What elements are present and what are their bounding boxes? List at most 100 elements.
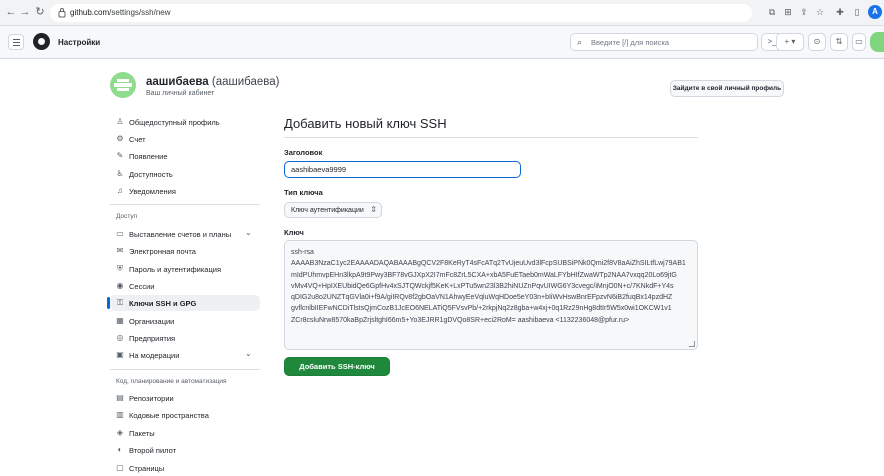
url-text[interactable]: github.com/settings/ssh/new <box>70 8 171 17</box>
key-icon: ⚿ <box>116 298 124 308</box>
back-icon[interactable]: ← <box>4 5 18 19</box>
sidebar-item[interactable]: ♙ Общедоступный профиль <box>110 114 260 130</box>
key-line: vMv4VQ+HpIXEUbidQe6GpfHv4xSJTQWckjf5KeK+… <box>291 282 674 290</box>
sidebar-item[interactable]: ▦ Организации <box>110 313 260 329</box>
report-icon: ▣ <box>116 350 124 360</box>
create-new-button[interactable]: + ▾ <box>776 33 804 51</box>
profile-display-name: (аашибаева) <box>211 76 280 88</box>
key-label: Ключ <box>284 228 304 237</box>
add-ssh-key-button[interactable]: Добавить SSH-ключ <box>284 357 390 376</box>
title-field[interactable] <box>284 161 521 178</box>
sidebar-item[interactable]: ▣ На модерации ⌄ <box>110 347 260 363</box>
sidebar-heading-access: Доступ <box>116 213 138 220</box>
form-heading: Добавить новый ключ SSH <box>284 116 447 131</box>
sidebar-item[interactable]: ⚙ Счет <box>110 131 260 147</box>
sidebar-item-label: Счет <box>129 135 146 145</box>
avatar <box>110 72 136 98</box>
sidebar-item[interactable]: ◐ Второй пилот <box>110 442 260 458</box>
forward-icon[interactable]: → <box>18 5 32 19</box>
title-label: Заголовок <box>284 148 323 157</box>
profile-login: аашибаева <box>146 76 209 88</box>
sidebar-divider <box>110 204 260 205</box>
sidebar-item-label: Репозитории <box>129 394 174 403</box>
key-textarea[interactable]: ssh-rsa AAAAB3NzaC1yc2EAAAADAQABAAABgQCV2… <box>284 240 698 350</box>
chevron-down-icon[interactable]: ⌄ <box>245 228 252 237</box>
extensions-icon[interactable]: ✚ <box>834 6 846 18</box>
pages-icon: ▢ <box>116 462 124 472</box>
screenshot-icon[interactable]: ⧉ <box>766 6 778 18</box>
sidebar-item[interactable]: ▭ Выставление счетов и планы ⌄ <box>110 226 260 242</box>
github-logo-icon[interactable] <box>33 33 50 50</box>
sidebar-item[interactable]: ▤ Репозитории <box>110 390 260 406</box>
chevron-down-icon[interactable]: ⌄ <box>245 349 252 358</box>
browser-profile-avatar[interactable]: A <box>868 5 882 19</box>
menu-icon[interactable] <box>8 34 24 50</box>
search-icon: ⌕ <box>577 37 583 47</box>
accessibility-icon: ♿ <box>116 168 124 178</box>
page-title: Настройки <box>58 38 101 47</box>
profile-name: аашибаева (аашибаева) <box>146 76 279 88</box>
sidebar-item-label: Кодовые пространства <box>129 411 209 421</box>
sidebar-item-label: Страницы <box>129 463 165 473</box>
site-info-icon[interactable] <box>58 7 66 18</box>
key-line: mIdPUhmvpEHn3lkpA9t9Pwy3BF78vGJXpX2I7mFc… <box>291 271 677 279</box>
resize-handle-icon[interactable] <box>689 341 695 347</box>
search-placeholder: Введите [/] для поиска <box>591 38 670 47</box>
key-line: qDIG2u8o2UNZTqGVla0i+f9A/giIRQv8f2gbOaVN… <box>291 294 673 302</box>
browser-toolbar: ← → ↻ github.com/settings/ssh/new ⧉ ⊞ ⇪ … <box>0 0 884 26</box>
go-to-profile-button[interactable]: Зайдите в свой личный профиль <box>670 80 784 97</box>
broadcast-icon: ◉ <box>116 280 124 290</box>
sidebar-item[interactable]: ◈ Пакеты <box>110 425 260 441</box>
sidebar-divider <box>110 369 260 370</box>
sidebar-item[interactable]: ✎ Появление <box>110 148 260 164</box>
key-type-value: Ключ аутентификации <box>291 207 364 214</box>
sidebar-item[interactable]: ✉ Электронная почта <box>110 243 260 259</box>
sidebar-item[interactable]: ◉ Сессии <box>110 278 260 294</box>
sidebar-item[interactable]: ▥ Кодовые пространства <box>110 407 260 423</box>
sidebar-item[interactable]: ◎ Предприятия <box>110 330 260 346</box>
sidebar-item-label: Общедоступный профиль <box>129 118 220 127</box>
sidebar-item[interactable]: ⛨ Пароль и аутентификация <box>110 261 260 277</box>
key-type-select[interactable]: Ключ аутентификации ⇕ <box>284 202 382 218</box>
translate-icon[interactable]: ⊞ <box>782 6 794 18</box>
user-avatar[interactable] <box>870 32 884 52</box>
sidepanel-icon[interactable]: ▯ <box>851 6 863 18</box>
bell-icon: ♫ <box>117 185 123 195</box>
sidebar-item[interactable]: ♿ Доступность <box>110 166 260 182</box>
select-arrows-icon: ⇕ <box>370 205 377 214</box>
key-line: ZCr8csluNrw8570kaBpZrjsltghI66m5+Yo3EJRR… <box>291 316 630 324</box>
share-icon[interactable]: ⇪ <box>798 6 810 18</box>
sidebar-item[interactable]: ▢ Страницы <box>110 460 260 476</box>
codespaces-icon: ▥ <box>116 410 124 420</box>
paintbrush-icon: ✎ <box>116 151 124 161</box>
sidebar-item[interactable]: ⚿ Ключи SSH и GPG <box>107 295 260 312</box>
sidebar-item[interactable]: ♫ Уведомления <box>110 183 260 199</box>
key-line: ssh-rsa <box>291 249 314 256</box>
pull-requests-icon[interactable]: ⇅ <box>830 33 848 51</box>
sidebar-heading-code: Код, планирование и автоматизация <box>116 378 227 385</box>
sidebar-item-label: Электронная почта <box>129 247 196 257</box>
sidebar-item-label: Предприятия <box>129 333 176 343</box>
address-bar[interactable]: github.com/settings/ssh/new <box>50 4 752 22</box>
shield-icon: ⛨ <box>117 263 123 273</box>
person-icon: ♙ <box>116 117 124 126</box>
repo-icon: ▤ <box>116 393 124 402</box>
sidebar-item-label: Доступность <box>129 169 173 179</box>
key-type-label: Тип ключа <box>284 188 323 197</box>
sidebar-item-label: Организации <box>129 316 175 326</box>
key-text: ssh-rsa AAAAB3NzaC1yc2EAAAADAQABAAABgQCV2… <box>291 247 693 326</box>
globe-icon: ◎ <box>116 332 124 342</box>
bookmark-star-icon[interactable]: ☆ <box>814 6 826 18</box>
reload-icon[interactable]: ↻ <box>33 5 47 19</box>
mail-icon: ✉ <box>116 246 124 256</box>
sidebar-item-label: Пакеты <box>129 428 155 438</box>
search-input[interactable]: ⌕ Введите [/] для поиска >_ <box>570 33 783 51</box>
issues-icon[interactable]: ⊙ <box>808 33 826 51</box>
inbox-icon[interactable]: ▭ <box>852 33 866 51</box>
sidebar-item-label: Ключи SSH и GPG <box>129 299 197 309</box>
billing-icon: ▭ <box>116 229 124 238</box>
heading-divider <box>284 137 698 138</box>
package-icon: ◈ <box>116 427 124 437</box>
organization-icon: ▦ <box>116 315 124 325</box>
sidebar-item-label: Пароль и аутентификация <box>129 264 222 274</box>
